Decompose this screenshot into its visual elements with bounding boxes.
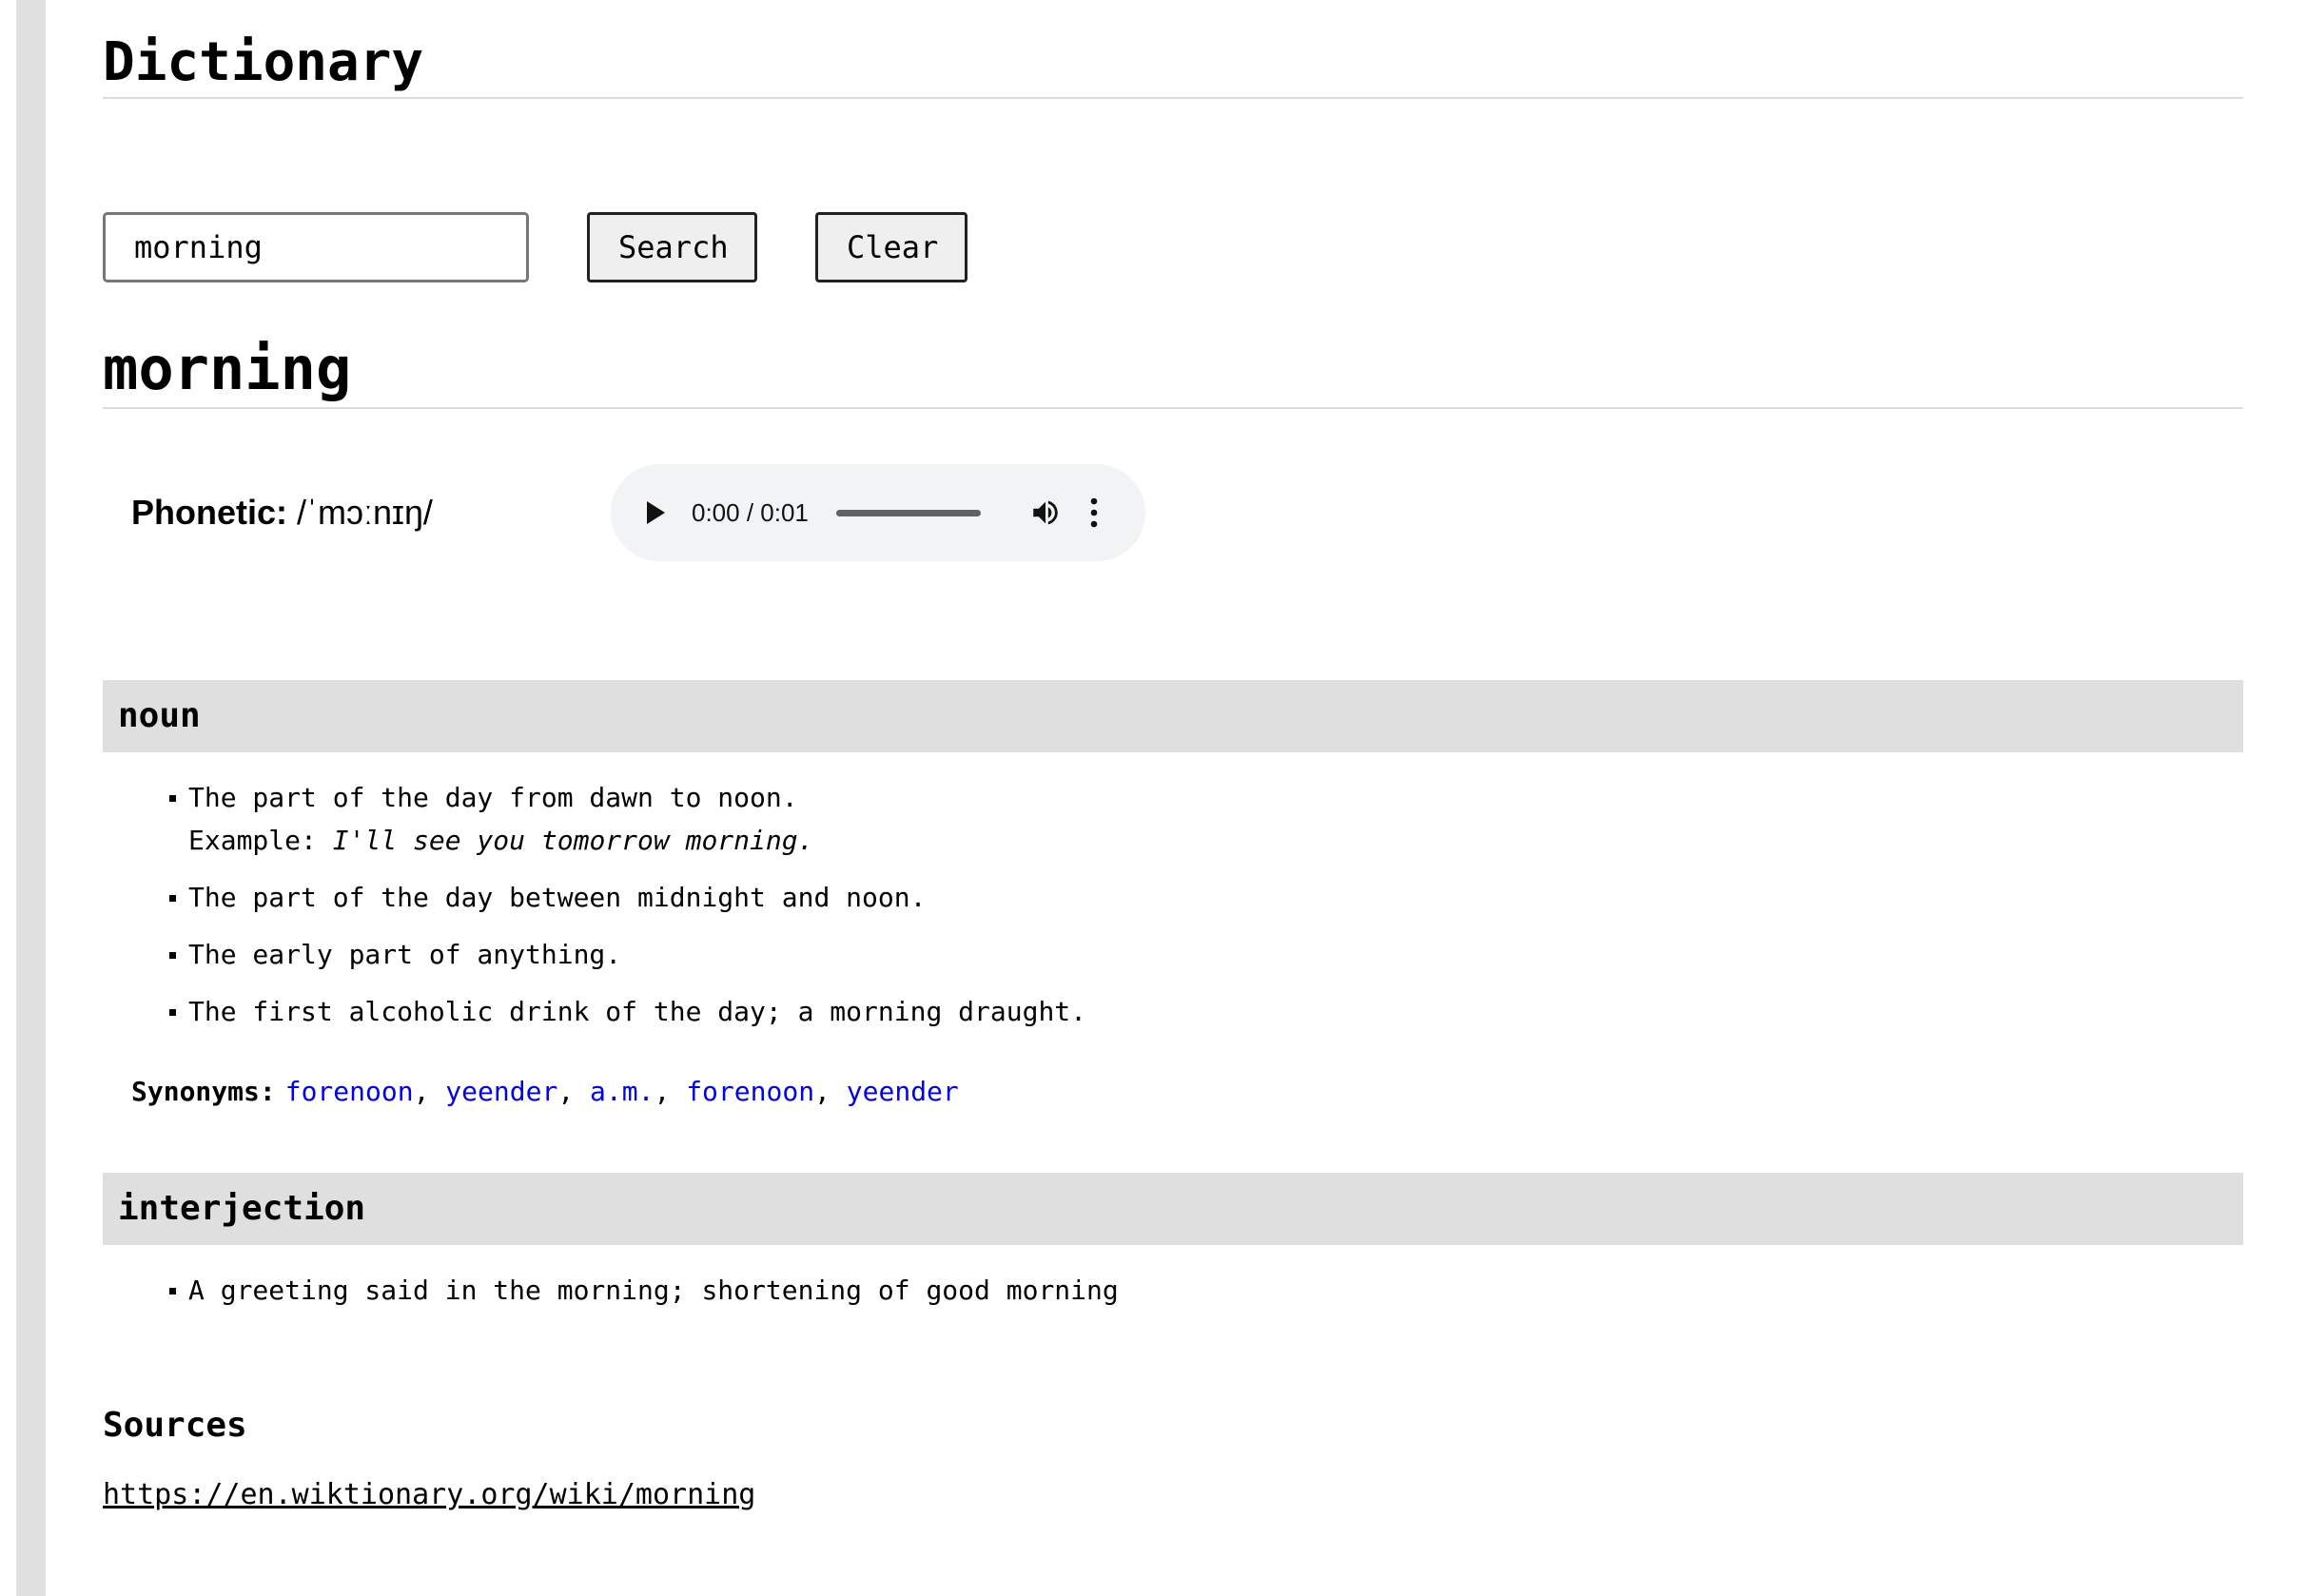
bullet: [169, 952, 176, 959]
definition-item: The part of the day from dawn to noon. E…: [103, 776, 2243, 862]
definition-item: The first alcoholic drink of the day; a …: [103, 990, 2243, 1033]
bullet: [169, 1288, 176, 1294]
audio-time: 0:00 / 0:01: [692, 497, 809, 527]
meaning-interjection: interjection A greeting said in the morn…: [103, 1173, 2243, 1312]
page: Dictionary Search Clear morning Phonetic…: [103, 0, 2243, 1511]
definition-text: The early part of anything.: [188, 939, 622, 970]
search-bar: Search Clear: [103, 212, 967, 282]
word-title: morning: [103, 335, 2243, 409]
example-label: Example:: [188, 825, 317, 856]
definition-list: A greeting said in the morning; shorteni…: [103, 1269, 2243, 1312]
synonym-link[interactable]: forenoon: [285, 1076, 414, 1107]
definition-item: A greeting said in the morning; shorteni…: [103, 1269, 2243, 1312]
definition-text: A greeting said in the morning; shorteni…: [188, 1275, 1119, 1306]
synonym-link[interactable]: yeender: [847, 1076, 959, 1107]
volume-icon[interactable]: [1029, 496, 1062, 529]
sources-title: Sources: [103, 1406, 247, 1445]
definition-item: The part of the day between midnight and…: [103, 876, 2243, 919]
play-icon[interactable]: [647, 501, 665, 524]
audio-progress-bar[interactable]: [835, 509, 981, 516]
definition-text: The first alcoholic drink of the day; a …: [188, 996, 1087, 1027]
pos-header: noun: [103, 680, 2243, 752]
bullet: [169, 795, 176, 802]
search-button[interactable]: Search: [587, 212, 757, 282]
clear-button[interactable]: Clear: [815, 212, 967, 282]
bullet: [169, 1009, 176, 1016]
pos-header: interjection: [103, 1173, 2243, 1245]
app-title: Dictionary: [103, 0, 2243, 99]
audio-player[interactable]: 0:00 / 0:01: [611, 464, 1145, 561]
phonetic-text: /ˈmɔːnɪŋ/: [297, 493, 433, 532]
source-link[interactable]: https://en.wiktionary.org/wiki/morning: [103, 1476, 755, 1514]
synonyms: Synonyms: forenoon, yeender, a.m., foreno…: [131, 1076, 959, 1107]
definition-text: The part of the day between midnight and…: [188, 882, 927, 913]
phonetic-row: Phonetic: /ˈmɔːnɪŋ/ 0:00 / 0:01: [131, 464, 1145, 561]
search-input[interactable]: [103, 212, 529, 282]
synonym-link[interactable]: a.m.: [590, 1076, 654, 1107]
example-text: I'll see you tomorrow morning.: [332, 825, 814, 856]
synonym-link[interactable]: yeender: [445, 1076, 557, 1107]
synonym-link[interactable]: forenoon: [686, 1076, 814, 1107]
phonetic: Phonetic: /ˈmɔːnɪŋ/: [131, 493, 607, 533]
definition-item: The early part of anything.: [103, 933, 2243, 976]
meaning-noun: noun The part of the day from dawn to no…: [103, 680, 2243, 1033]
phonetic-label: Phonetic:: [131, 493, 288, 532]
more-vert-icon[interactable]: [1089, 496, 1099, 529]
definition-text: The part of the day from dawn to noon.: [188, 782, 798, 813]
definition-list: The part of the day from dawn to noon. E…: [103, 776, 2243, 1033]
left-rail: [16, 0, 46, 1596]
bullet: [169, 895, 176, 902]
synonyms-label: Synonyms:: [131, 1076, 276, 1107]
